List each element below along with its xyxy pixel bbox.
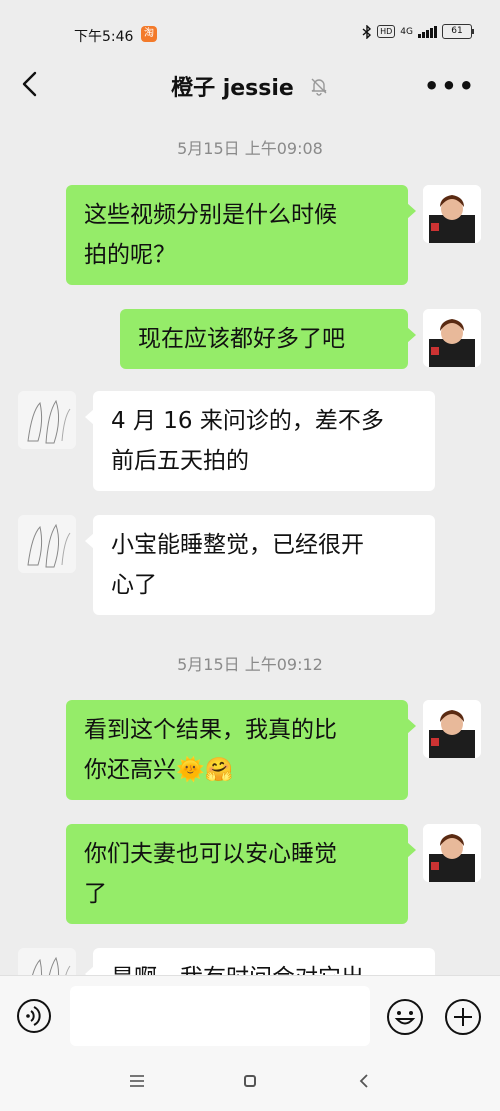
message-line: 拍的呢？ (84, 242, 176, 268)
nav-back-icon[interactable] (358, 1073, 370, 1089)
avatar-self[interactable] (423, 700, 481, 758)
message-line: 前后五天拍的 (111, 448, 249, 474)
hd-badge: HD (377, 25, 396, 38)
avatar-self[interactable] (423, 309, 481, 367)
incoming-message[interactable]: 4 月 16 来问诊的，差不多 前后五天拍的 (85, 391, 435, 491)
message-line: 心了 (111, 572, 157, 598)
message-line: 现在应该都好多了吧 (138, 326, 345, 352)
incoming-message[interactable]: 小宝能睡整觉，已经很开 心了 (85, 515, 435, 615)
outgoing-message[interactable]: 这些视频分别是什么时候 拍的呢？ (66, 185, 416, 285)
timestamp: 5月15日 上午09:08 (177, 139, 323, 158)
plus-icon[interactable] (444, 998, 482, 1036)
message-line: 看到这个结果，我真的比 (84, 717, 337, 743)
menu-icon[interactable] (130, 1075, 144, 1087)
bluetooth-icon (362, 24, 372, 39)
more-dots-icon[interactable]: ••• (424, 72, 476, 100)
outgoing-message[interactable]: 现在应该都好多了吧 (120, 309, 416, 369)
emoji-icon[interactable] (386, 998, 424, 1036)
muted-bell-icon (311, 78, 327, 96)
avatar-self[interactable] (423, 824, 481, 882)
system-nav-bar (0, 1055, 500, 1111)
avatar-contact[interactable] (18, 948, 76, 975)
message-line: 你们夫妻也可以安心睡觉 (84, 841, 337, 867)
chat-area[interactable]: 5月15日 上午09:08 这些视频分别是什么时候 拍的呢？ 现在应该都好多了吧… (0, 120, 500, 975)
message-input[interactable] (70, 986, 370, 1046)
home-icon[interactable] (244, 1075, 256, 1087)
status-time: 下午5:46 (74, 29, 134, 45)
timestamp: 5月15日 上午09:12 (177, 655, 323, 674)
avatar-contact[interactable] (18, 391, 76, 449)
incoming-message[interactable]: 是啊，我有时间会对它出 (85, 948, 435, 975)
status-indicators: HD 4G 61 (362, 24, 474, 39)
avatar-contact[interactable] (18, 515, 76, 573)
message-line: 4 月 16 来问诊的，差不多 (111, 408, 384, 434)
input-bar (0, 975, 500, 1056)
message-line: 小宝能睡整觉，已经很开 (111, 532, 364, 558)
network-type: 4G (400, 26, 413, 37)
message-line: 你还高兴🌞🤗 (84, 757, 234, 783)
message-line: 是啊，我有时间会对它出 (111, 958, 417, 975)
status-bar: 下午5:46 淘 HD 4G 61 (0, 0, 500, 60)
outgoing-message[interactable]: 看到这个结果，我真的比 你还高兴🌞🤗 (66, 700, 416, 800)
signal-icon (418, 25, 437, 38)
outgoing-message[interactable]: 你们夫妻也可以安心睡觉 了 (66, 824, 416, 924)
message-line: 这些视频分别是什么时候 (84, 202, 337, 228)
avatar-self[interactable] (423, 185, 481, 243)
voice-icon[interactable] (16, 998, 52, 1034)
battery-icon: 61 (442, 24, 474, 39)
chat-title: 橙子 jessie (171, 76, 294, 101)
chat-header: 橙子 jessie ••• (0, 60, 500, 110)
taobao-notification-icon: 淘 (141, 26, 157, 42)
message-line: 了 (84, 881, 107, 907)
